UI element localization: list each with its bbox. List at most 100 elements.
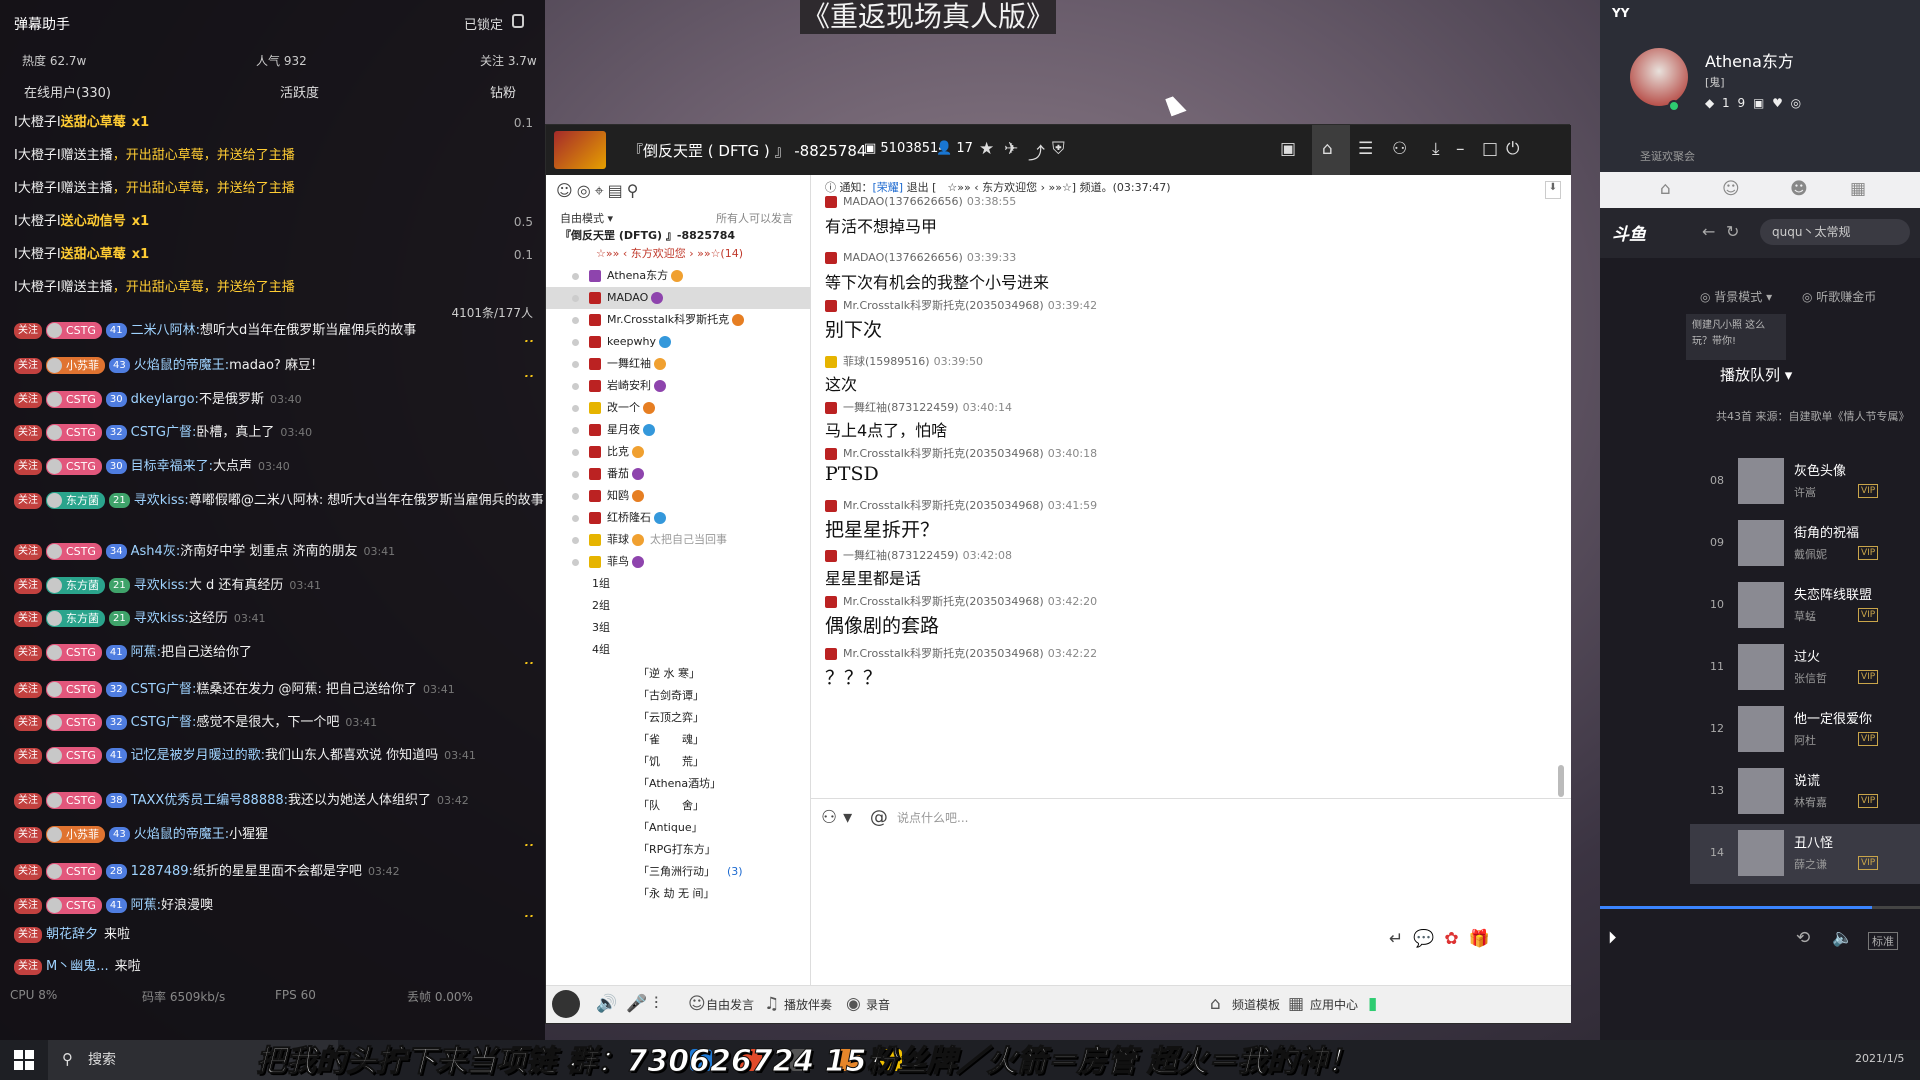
group-nav-icon[interactable]: ☻ [1790,179,1808,199]
song-item[interactable]: 13 说谎 林宥嘉 VIP [1690,762,1920,822]
member-item[interactable]: 星月夜 [546,419,811,441]
subchannel-item[interactable]: 「队 舍」 [546,795,811,817]
subchannel-item[interactable]: 「三角洲行动」 (3) [546,861,811,883]
star-icon[interactable]: ★ [979,139,994,159]
enter-icon[interactable]: ↵ [1389,929,1413,949]
apps-icon[interactable]: ▦ [1288,994,1304,1014]
play-icon[interactable]: ⏵ [1608,928,1617,948]
subchannel-item[interactable]: 「古剑奇谭」 [546,685,811,707]
subchannel-item[interactable]: 「雀 魂」 [546,729,811,751]
windows-start-icon[interactable] [14,1050,34,1070]
song-item[interactable]: 10 失恋阵线联盟 草蜢 VIP [1690,576,1920,636]
subchannel-item[interactable]: 「RPG打东方」 [546,839,811,861]
scroll-bottom-button[interactable]: ⬇ [1545,181,1561,199]
song-item[interactable]: 11 过火 张信哲 VIP [1690,638,1920,698]
smile-icon[interactable]: ☺ [688,994,706,1014]
volume-icon[interactable]: 🔈 [1832,928,1853,948]
refresh-icon[interactable]: ↻ [1726,222,1739,241]
member-item[interactable]: 知鸥 [546,485,811,507]
member-item[interactable]: 菲球 太把自己当回事 [546,529,811,551]
self-avatar[interactable] [552,990,580,1018]
free-speak-button[interactable]: 自由发言 [706,996,754,1013]
tab-activity[interactable]: 活跃度 [280,82,319,101]
location-icon[interactable]: ⌖ [595,181,608,200]
member-item[interactable]: 番茄 [546,463,811,485]
apps-nav-icon[interactable]: ▦ [1850,179,1866,199]
song-item[interactable]: 09 街角的祝福 戴佩妮 VIP [1690,514,1920,574]
chat-scrollbar[interactable] [1558,765,1564,797]
gift-icon[interactable]: 🎁 [1469,929,1500,949]
music-search-input[interactable]: ququ丶太常规 [1760,219,1910,245]
song-item[interactable]: 12 他一定很爱你 阿杜 VIP [1690,700,1920,760]
friend-nav-icon[interactable]: ☺ [1722,179,1740,199]
home-icon[interactable]: ⌂ [1322,139,1333,159]
welcome-subchannel[interactable]: ☆»» ‹ 东方欢迎您 › »»☆(14) [546,243,811,265]
video-icon[interactable]: ▣ [1280,139,1296,159]
back-icon[interactable]: ← [1702,222,1715,241]
download-icon[interactable]: ⤓ [1432,139,1440,159]
minimize-icon[interactable]: – [1456,139,1465,159]
plane-icon[interactable]: ✈ [1004,139,1018,159]
group-item[interactable]: 3组 [546,617,811,639]
member-item[interactable]: 改一个 [546,397,811,419]
template-icon[interactable]: ⌂ [1210,994,1221,1014]
board-icon[interactable]: ☰ [1358,139,1373,159]
group-item[interactable]: 2组 [546,595,811,617]
note-icon[interactable]: ▤ [608,181,627,200]
subchannel-item[interactable]: 「逆 水 寒」 [546,663,811,685]
shield-icon[interactable]: ⛨ [1052,139,1065,159]
tree-toolbar[interactable]: ☺◎⌖▤⚲ [556,181,643,201]
mention-icon[interactable]: @ [870,807,894,828]
search-icon[interactable]: ⚲ [627,181,643,200]
member-item[interactable]: 菲鸟 [546,551,811,573]
quality-button[interactable]: 标准 [1868,932,1898,950]
subchannel-item[interactable]: 「饥 荒」 [546,751,811,773]
background-mode[interactable]: ◎ 背景模式 ▾ [1700,288,1772,305]
gamepad-icon[interactable]: ⚇ [1392,139,1407,159]
chat-input[interactable]: 说点什么吧... [897,809,968,826]
power-icon[interactable]: ⏻ [1506,139,1519,159]
subchannel-item[interactable]: 「云顶之弈」 [546,707,811,729]
mic-icon[interactable]: 🎤 [626,994,647,1014]
member-item[interactable]: 红桥隆石 [546,507,811,529]
member-item[interactable]: keepwhy [546,331,811,353]
flower-icon[interactable]: ✿ [1444,929,1468,949]
subchannel-item[interactable]: 「永 劫 无 间」 [546,883,811,905]
lock-status[interactable]: 已锁定 [464,14,503,33]
home-nav-icon[interactable]: ⌂ [1660,179,1671,199]
maximize-icon[interactable]: □ [1482,139,1498,159]
play-accompaniment-button[interactable]: 播放伴奏 [784,996,832,1013]
member-item[interactable]: 岩崎安利 [546,375,811,397]
share-icon[interactable]: ⤴ [1028,139,1045,164]
earn-coins[interactable]: ◎ 听歌赚金币 [1802,288,1876,305]
lock-icon[interactable] [512,14,524,28]
user-icon[interactable]: ☺ [556,181,577,200]
profile-avatar[interactable] [1630,48,1688,106]
song-item[interactable]: 08 灰色头像 许嵩 VIP [1690,452,1920,512]
member-item[interactable]: Athena东方 [546,265,811,287]
mixer-icon[interactable]: ⫶ [654,994,658,1014]
app-center-button[interactable]: 应用中心 [1310,996,1358,1013]
song-item[interactable]: 14 丑八怪 薛之谦 VIP [1690,824,1920,884]
tab-online-users[interactable]: 在线用户(330) [24,82,111,101]
queue-title[interactable]: 播放队列 ▾ [1720,364,1792,385]
tab-diamond-fans[interactable]: 钻粉 [490,82,516,101]
mode-select[interactable]: 自由模式 ▾ [560,210,613,226]
group-item[interactable]: 4组 [546,639,811,661]
record-button[interactable]: 录音 [866,996,890,1013]
loop-icon[interactable]: ⟲ [1796,928,1810,948]
group-item[interactable]: 1组 [546,573,811,595]
speaker-icon[interactable]: 🔊 [596,994,617,1014]
input-toolbar[interactable]: ⚇▾ @ [821,807,894,828]
playback-progress[interactable] [1600,906,1920,909]
music-note-icon[interactable]: ♫ [764,994,779,1014]
member-item[interactable]: MADAO [546,287,811,309]
record-icon[interactable]: ◉ [846,994,861,1014]
member-item[interactable]: 一舞红袖 [546,353,811,375]
subchannel-item[interactable]: 「Antique」 [546,817,811,839]
headset-icon[interactable]: ◎ [577,181,595,200]
member-item[interactable]: 比克 [546,441,811,463]
gamepad-emoji-icon[interactable]: ⚇▾ [821,807,858,828]
member-item[interactable]: Mr.Crosstalk科罗斯托克 [546,309,811,331]
channel-template-button[interactable]: 频道模板 [1232,996,1280,1013]
